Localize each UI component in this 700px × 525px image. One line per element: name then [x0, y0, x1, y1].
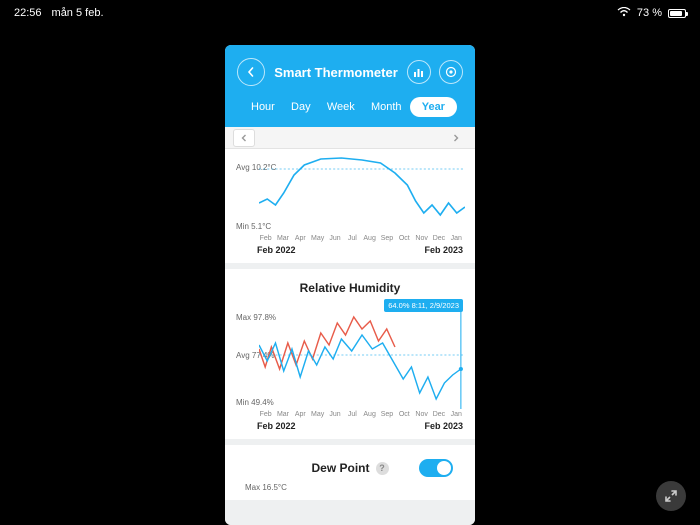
- help-icon[interactable]: ?: [376, 462, 389, 475]
- tab-week[interactable]: Week: [319, 97, 363, 117]
- hum-xaxis: FebMarApr MayJunJul AugSepOct NovDecJan: [235, 409, 465, 418]
- dewpoint-max-label: Max 16.5°C: [235, 481, 465, 492]
- device-statusbar: 22:56 mån 5 feb. 73 %: [0, 4, 700, 22]
- page-title: Smart Thermometer: [274, 65, 398, 80]
- prev-period-button[interactable]: [233, 129, 255, 147]
- temperature-card: Avg 10.2°C Min 5.1°C FebMarApr MayJunJul…: [225, 149, 475, 269]
- temp-start-date: Feb 2022: [257, 245, 296, 255]
- settings-button[interactable]: [439, 60, 463, 84]
- next-period-button[interactable]: [445, 129, 467, 147]
- scroll-content[interactable]: Avg 10.2°C Min 5.1°C FebMarApr MayJunJul…: [225, 127, 475, 525]
- tab-day[interactable]: Day: [283, 97, 319, 117]
- hum-start-date: Feb 2022: [257, 421, 296, 431]
- dewpoint-toggle[interactable]: [419, 459, 453, 477]
- back-button[interactable]: [237, 58, 265, 86]
- dewpoint-title: Dew Point: [311, 461, 369, 475]
- humidity-card: Relative Humidity 64.0% 8:11, 2/9/2023 M…: [225, 269, 475, 445]
- tab-year[interactable]: Year: [410, 97, 457, 117]
- battery-icon: [668, 9, 686, 18]
- expand-fullscreen-button[interactable]: [656, 481, 686, 511]
- time-range-tabs: Hour Day Week Month Year: [237, 89, 463, 127]
- tab-month[interactable]: Month: [363, 97, 410, 117]
- hum-end-date: Feb 2023: [424, 421, 463, 431]
- wifi-icon: [617, 7, 631, 20]
- tab-hour[interactable]: Hour: [243, 97, 283, 117]
- date-nav-row: [225, 127, 475, 149]
- temp-xaxis: FebMarApr MayJunJul AugSepOct NovDecJan: [235, 233, 465, 242]
- status-time: 22:56: [14, 7, 42, 19]
- status-battery-pct: 73 %: [637, 7, 662, 19]
- dewpoint-card: Dew Point ? Max 16.5°C: [225, 445, 475, 500]
- app-window: Smart Thermometer Hour Day Week Month Ye…: [225, 45, 475, 525]
- humidity-title: Relative Humidity: [235, 275, 465, 299]
- temp-end-date: Feb 2023: [424, 245, 463, 255]
- app-header: Smart Thermometer Hour Day Week Month Ye…: [225, 45, 475, 127]
- status-date: mån 5 feb.: [52, 7, 104, 19]
- temperature-chart[interactable]: Avg 10.2°C Min 5.1°C: [235, 155, 465, 233]
- humidity-chart[interactable]: 64.0% 8:11, 2/9/2023 Max 97.8% Avg 77.4%…: [235, 299, 465, 409]
- chart-mode-button[interactable]: [407, 60, 431, 84]
